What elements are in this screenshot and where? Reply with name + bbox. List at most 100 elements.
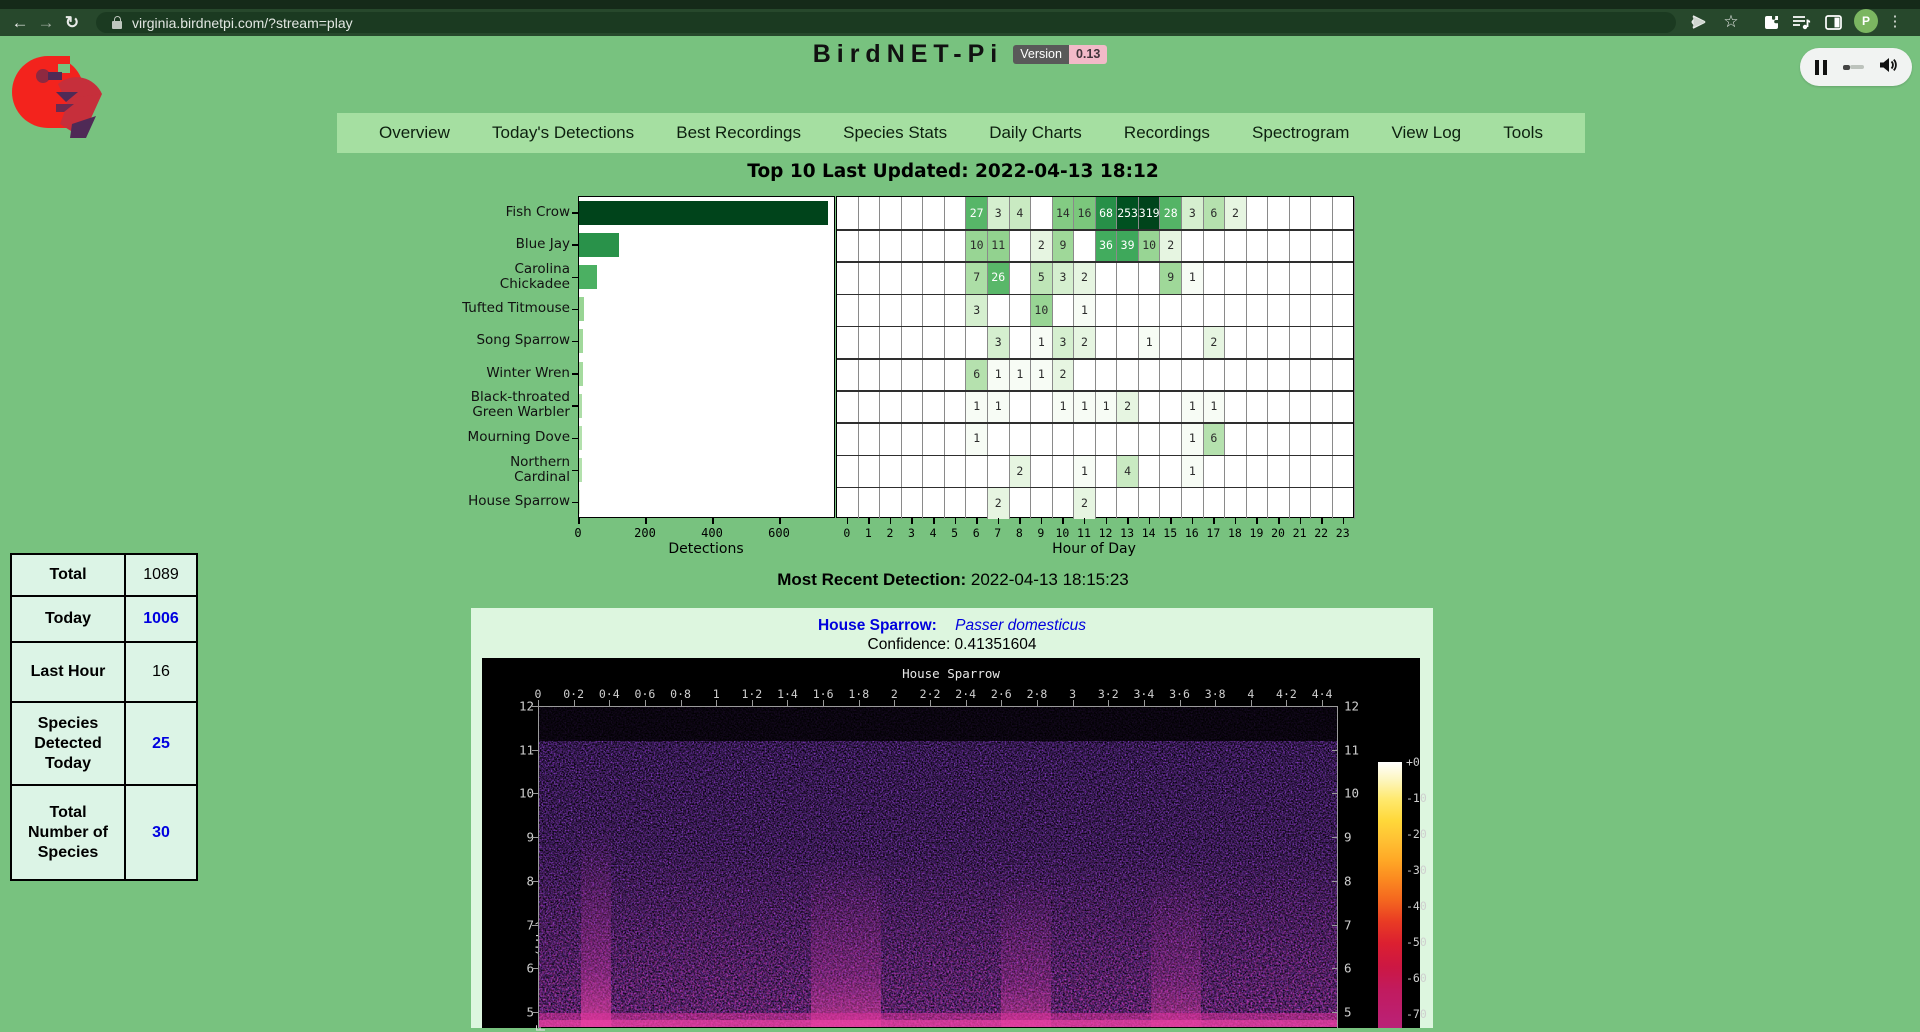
stats-row: Last Hour16	[11, 642, 197, 702]
heatmap-cell	[923, 487, 945, 519]
heatmap-cell	[1139, 455, 1161, 487]
detection-common-name[interactable]: House Sparrow:	[818, 617, 937, 634]
colorbar-ticklabel: -20	[1406, 827, 1427, 841]
spectrogram-xtick: 4·4	[1312, 687, 1333, 701]
spectrogram-ytick-right: 9	[1344, 830, 1352, 845]
heatmap-cell	[859, 229, 881, 261]
spectrogram-xtick-dash	[681, 700, 682, 706]
side-panel-icon[interactable]	[1820, 9, 1846, 35]
spectrogram-xtick-dash	[574, 700, 575, 706]
heatmap-cell	[1053, 422, 1075, 454]
heatmap-cell	[1333, 229, 1355, 261]
heatmap-cell	[945, 294, 967, 326]
heatmap-cell	[1010, 261, 1032, 293]
nav-item-today-s-detections[interactable]: Today's Detections	[492, 123, 634, 143]
heatmap-cell	[837, 390, 859, 422]
heatmap-cell: 1	[1031, 326, 1053, 358]
hour-axis-ticklabel: 7	[994, 526, 1001, 540]
heatmap-row-divider	[837, 390, 1353, 392]
detection-card: House Sparrow: Passer domesticus Confide…	[471, 608, 1433, 1028]
pause-icon[interactable]	[1815, 60, 1827, 75]
heatmap-cell	[1247, 422, 1269, 454]
stats-value-link[interactable]: 1006	[143, 610, 179, 627]
hour-axis-ticklabel: 6	[973, 526, 980, 540]
hour-axis-tick	[1106, 518, 1108, 524]
stats-value-link[interactable]: 25	[152, 735, 170, 752]
nav-item-species-stats[interactable]: Species Stats	[843, 123, 947, 143]
nav-item-spectrogram[interactable]: Spectrogram	[1252, 123, 1349, 143]
heatmap-cell	[1010, 294, 1032, 326]
profile-avatar[interactable]: P	[1854, 9, 1878, 33]
spectrogram-xtick: 0·2	[563, 687, 584, 701]
version-label: Version	[1013, 45, 1069, 64]
heatmap-cell	[859, 358, 881, 390]
spectrogram-xtick: 2·2	[920, 687, 941, 701]
hour-axis-tick	[976, 518, 978, 524]
heatmap-cell: 4	[1117, 455, 1139, 487]
spectrogram-xtick-dash	[752, 700, 753, 706]
spectrogram-xtick: 3	[1069, 687, 1076, 701]
heatmap-cell: 2	[1010, 455, 1032, 487]
stats-row: Today1006	[11, 596, 197, 642]
volume-slider[interactable]	[1843, 65, 1864, 70]
send-icon[interactable]	[1686, 9, 1712, 35]
back-icon[interactable]: ←	[8, 11, 32, 35]
spectrogram-xtick-dash	[1180, 700, 1181, 706]
heatmap-cell: 4	[1010, 197, 1032, 229]
hour-axis-tick	[847, 518, 849, 524]
nav-item-view-log[interactable]: View Log	[1392, 123, 1462, 143]
heatmap-cell: 1	[966, 422, 988, 454]
address-bar[interactable]: virginia.birdnetpi.com/?stream=play	[96, 12, 1676, 33]
heatmap-cell: 1	[966, 390, 988, 422]
spectrogram-ytick-left: 6	[512, 961, 534, 976]
nav-item-best-recordings[interactable]: Best Recordings	[676, 123, 801, 143]
recent-detection-label: Most Recent Detection:	[777, 570, 966, 589]
heatmap-cell: 10	[966, 229, 988, 261]
audio-player[interactable]	[1800, 48, 1912, 86]
heatmap-cell	[1247, 261, 1269, 293]
bar-axis-ticklabel: 400	[701, 526, 723, 540]
heatmap-cell	[837, 294, 859, 326]
spectrogram-xtick: 0·8	[670, 687, 691, 701]
species-label: Fish Crow	[355, 205, 570, 220]
stats-value-link[interactable]: 30	[152, 824, 170, 841]
spectrogram-xtick: 4·2	[1276, 687, 1297, 701]
hour-axis-ticklabel: 14	[1142, 526, 1156, 540]
heatmap-cell	[1247, 390, 1269, 422]
spectrogram-xtick: 4	[1247, 687, 1254, 701]
hour-axis-tick	[955, 518, 957, 524]
heatmap-cell	[1182, 326, 1204, 358]
spectrogram-xtick-dash	[1322, 700, 1323, 706]
heatmap-cell	[1139, 487, 1161, 519]
heatmap-cell	[902, 229, 924, 261]
heatmap-cell	[1160, 455, 1182, 487]
heatmap-cell	[1031, 487, 1053, 519]
main-nav: Overview Today's Detections Best Recording…	[337, 113, 1585, 153]
forward-icon[interactable]: →	[34, 11, 58, 35]
spectrogram-ytick-dash	[1332, 793, 1338, 794]
heatmap-cell	[1182, 229, 1204, 261]
heatmap-row-divider	[837, 422, 1353, 424]
heatmap-cell	[1333, 422, 1355, 454]
nav-item-overview[interactable]: Overview	[379, 123, 450, 143]
heatmap-cell	[1117, 261, 1139, 293]
heatmap-cell	[1160, 390, 1182, 422]
detection-scientific-name[interactable]: Passer domesticus	[955, 617, 1086, 634]
browser-menu-icon[interactable]: ⋮	[1886, 9, 1904, 35]
heatmap-cell	[859, 487, 881, 519]
media-playlist-icon[interactable]	[1788, 9, 1814, 35]
spectrogram-ytick-left: 10	[512, 786, 534, 801]
spectrogram-xtick: 2	[891, 687, 898, 701]
nav-item-tools[interactable]: Tools	[1503, 123, 1543, 143]
detection-species-line: House Sparrow: Passer domesticus	[471, 617, 1433, 635]
reload-icon[interactable]: ↻	[60, 11, 84, 35]
bookmark-star-icon[interactable]: ☆	[1718, 9, 1744, 35]
nav-item-recordings[interactable]: Recordings	[1124, 123, 1210, 143]
heatmap-cell	[945, 358, 967, 390]
spectrogram-xtick: 2·8	[1027, 687, 1048, 701]
nav-item-daily-charts[interactable]: Daily Charts	[989, 123, 1082, 143]
extensions-icon[interactable]	[1758, 9, 1784, 35]
heatmap-cell: 2	[1031, 229, 1053, 261]
speaker-icon[interactable]	[1879, 57, 1897, 78]
heatmap-cell	[1290, 261, 1312, 293]
